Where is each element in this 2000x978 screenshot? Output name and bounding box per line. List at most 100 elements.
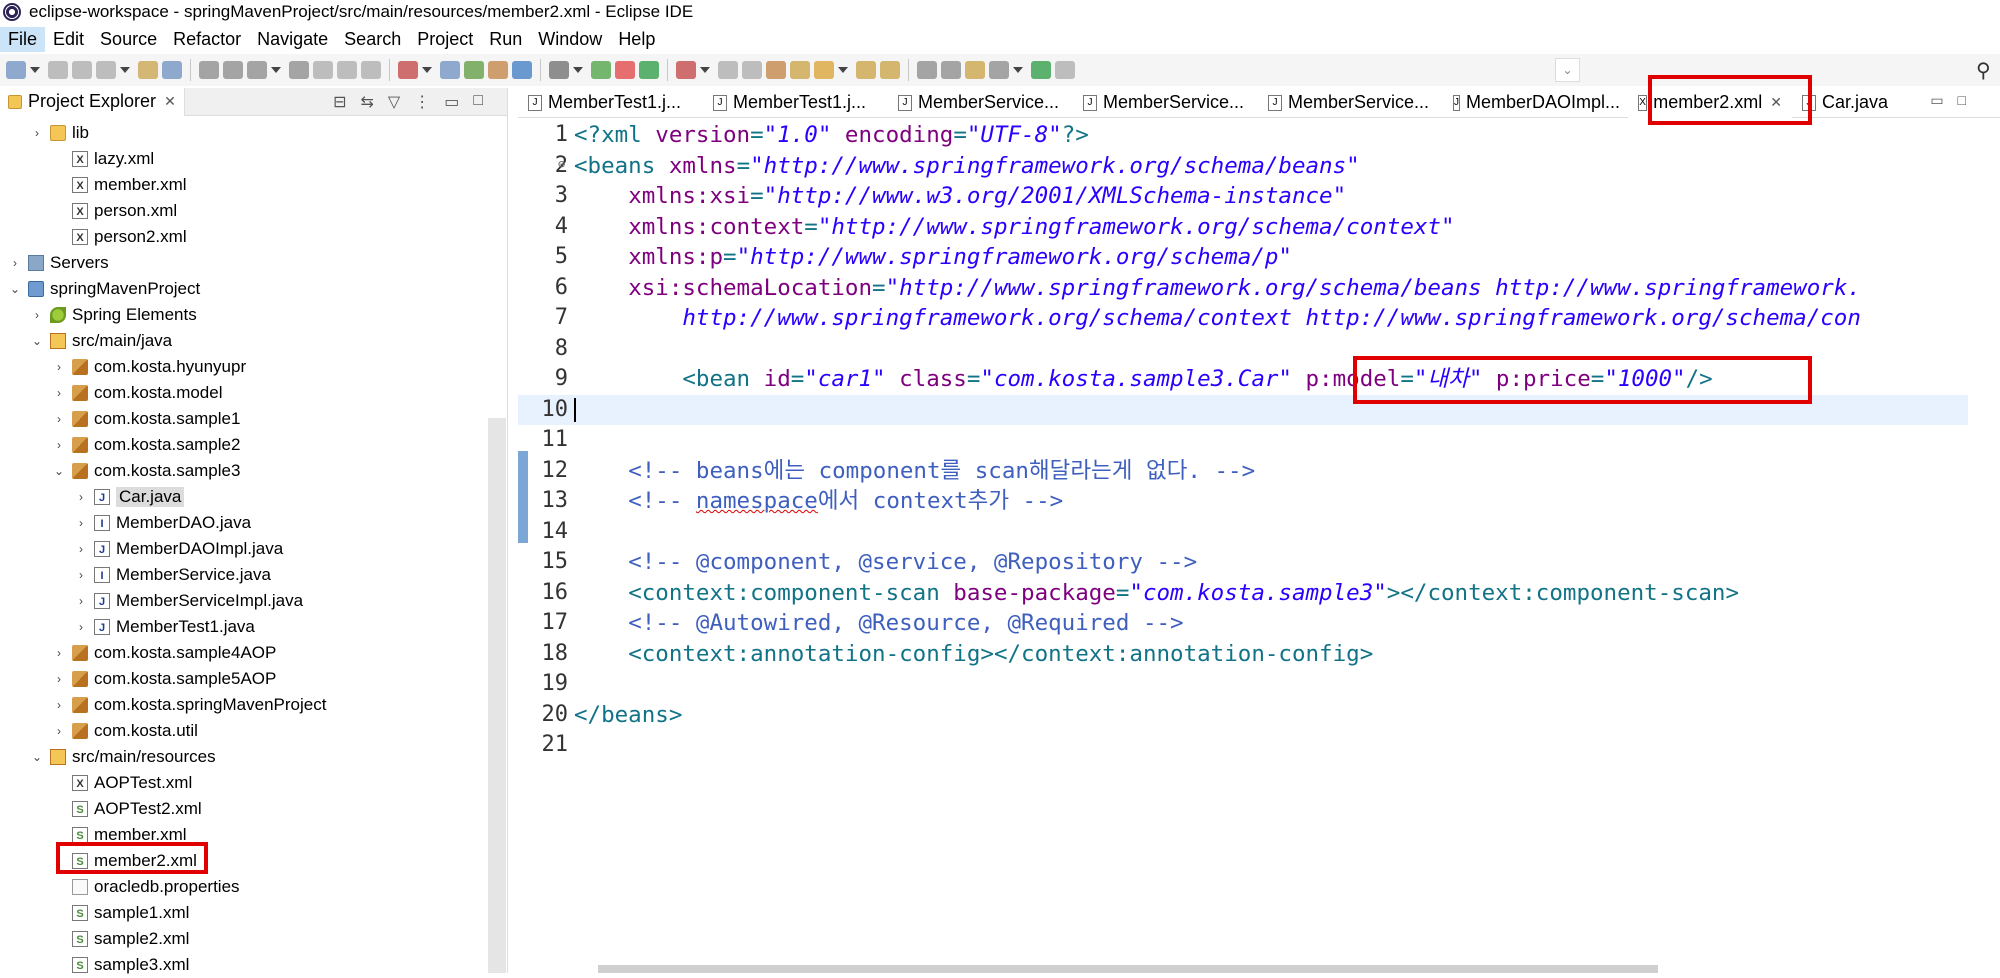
explorer-scrollbar[interactable] [488,418,506,973]
editor-tab[interactable]: J MemberTest1.j... [518,88,703,118]
chevron-down-icon[interactable]: ⌄ [30,750,44,764]
chevron-right-icon[interactable]: › [74,542,88,556]
code-line[interactable]: 17 <!-- @Autowired, @Resource, @Required… [518,608,1968,639]
suspend-icon[interactable] [289,61,309,79]
chevron-right-icon[interactable]: › [30,308,44,322]
tree-item[interactable]: › com.kosta.sample5AOP [0,666,486,692]
editor-window-controls[interactable]: ▭□ [1930,92,1980,109]
close-icon[interactable]: ✕ [164,93,176,110]
task-icon[interactable] [856,61,876,79]
code-editor[interactable]: 1 <?xml version="1.0" encoding="UTF-8"?> 2… [518,120,1968,960]
code-line[interactable]: 7 http://www.springframework.org/schema/… [518,303,1968,334]
save-icon[interactable] [48,61,68,79]
menu-edit[interactable]: Edit [45,27,92,52]
perspective-dropdown[interactable]: ⌄ [1555,58,1580,82]
tree-item[interactable]: › I MemberService.java [0,562,486,588]
dropdown-arrow-icon[interactable] [120,67,130,73]
chevron-down-icon[interactable]: ⌄ [52,464,66,478]
tree-item[interactable]: › J MemberTest1.java [0,614,486,640]
tree-item[interactable]: › J MemberDAOImpl.java [0,536,486,562]
chevron-right-icon[interactable]: › [8,256,22,270]
tree-item[interactable]: Ssample3.xml [0,952,486,978]
code-line[interactable]: 4 xmlns:context="http://www.springframew… [518,212,1968,243]
web-browser-icon[interactable] [615,61,635,79]
chevron-down-icon[interactable]: ⌄ [8,282,22,296]
step-into-icon[interactable] [361,61,381,79]
tree-item[interactable]: › Spring Elements [0,302,486,328]
code-line[interactable]: 21 [518,730,1968,761]
code-line[interactable]: 15 <!-- @component, @service, @Repositor… [518,547,1968,578]
new-icon[interactable] [6,61,26,79]
editor-tab[interactable]: Xmember2.xml ✕ [1628,87,1792,118]
tree-item[interactable]: › com.kosta.hyunyupr [0,354,486,380]
tree-item[interactable]: › J MemberServiceImpl.java [0,588,486,614]
dropdown-arrow-icon[interactable] [573,67,583,73]
code-line[interactable]: 14 [518,517,1968,548]
menu-refactor[interactable]: Refactor [165,27,249,52]
tree-item[interactable]: › I MemberDAO.java [0,510,486,536]
chevron-right-icon[interactable]: › [74,516,88,530]
dropdown-arrow-icon[interactable] [838,67,848,73]
chevron-right-icon[interactable]: › [52,646,66,660]
code-line[interactable]: 1 <?xml version="1.0" encoding="UTF-8"?> [518,120,1968,151]
code-line[interactable]: 5 xmlns:p="http://www.springframework.or… [518,242,1968,273]
skip-breakpoints-icon[interactable] [223,61,243,79]
code-line[interactable]: 3 xmlns:xsi="http://www.w3.org/2001/XMLS… [518,181,1968,212]
view-menu-icon[interactable]: ⋮ [414,92,430,112]
use-step-filters-icon[interactable] [488,61,508,79]
editor-tab[interactable]: J MemberService... [1258,88,1443,118]
chevron-right-icon[interactable]: › [74,620,88,634]
code-line[interactable]: 18 <context:annotation-config></context:… [518,639,1968,670]
menu-run[interactable]: Run [481,27,530,52]
chevron-right-icon[interactable]: › [52,386,66,400]
code-line[interactable]: 10 [518,394,1968,425]
new-package-icon[interactable] [639,61,659,79]
back-icon[interactable] [1031,61,1051,79]
maximize-icon[interactable]: □ [473,92,483,112]
tree-item[interactable]: › Servers [0,250,486,276]
search-file-icon[interactable] [917,61,937,79]
tree-item[interactable]: ⌄ springMavenProject [0,276,486,302]
tree-item[interactable]: › com.kosta.model [0,380,486,406]
chevron-right-icon[interactable]: › [52,698,66,712]
dropdown-arrow-icon[interactable] [700,67,710,73]
terminal-icon[interactable] [814,61,834,79]
run-icon[interactable] [718,61,738,79]
tree-item[interactable]: Ssample1.xml [0,900,486,926]
tree-item[interactable]: › com.kosta.springMavenProject [0,692,486,718]
code-line[interactable]: 11 [518,425,1968,456]
code-line[interactable]: 20 </beans> [518,700,1968,731]
menu-project[interactable]: Project [409,27,481,52]
minimize-icon[interactable]: ▭ [444,92,459,112]
close-icon[interactable]: ✕ [1770,94,1782,111]
dropdown-arrow-icon[interactable] [271,67,281,73]
editor-tab[interactable]: J Car.java [1792,88,1912,118]
open-type-hierarchy-icon[interactable] [880,61,900,79]
step-return-icon[interactable] [440,61,460,79]
tree-item[interactable]: X AOPTest.xml [0,770,486,796]
tree-item[interactable]: › com.kosta.sample1 [0,406,486,432]
code-line[interactable]: 6 xsi:schemaLocation="http://www.springf… [518,273,1968,304]
code-line[interactable]: 8 [518,334,1968,365]
tree-item[interactable]: › com.kosta.util [0,718,486,744]
save-all-icon[interactable] [72,61,92,79]
chevron-right-icon[interactable]: › [52,412,66,426]
menu-help[interactable]: Help [610,27,663,52]
menu-search[interactable]: Search [336,27,409,52]
coverage-icon[interactable] [742,61,762,79]
code-line[interactable]: 12 <!-- beans에는 component를 scan해달라는게 없다.… [518,456,1968,487]
code-line[interactable]: 2 ⊖ <beans xmlns="http://www.springframewo… [518,151,1968,182]
tree-item[interactable]: oracledb.properties [0,874,486,900]
tree-item[interactable]: Smember.xml [0,822,486,848]
tree-item[interactable]: ⌄ src/main/java [0,328,486,354]
chevron-right-icon[interactable]: › [30,126,44,140]
fold-toggle-icon[interactable]: ⊖ [558,149,565,180]
resume-icon[interactable] [247,61,267,79]
debug-icon[interactable] [676,61,696,79]
step-over-icon[interactable] [398,61,418,79]
tree-item[interactable]: › com.kosta.sample2 [0,432,486,458]
next-annotation-icon[interactable] [965,61,985,79]
chevron-right-icon[interactable]: › [52,672,66,686]
horizontal-scrollbar[interactable] [558,965,1978,973]
chevron-right-icon[interactable]: › [74,490,88,504]
